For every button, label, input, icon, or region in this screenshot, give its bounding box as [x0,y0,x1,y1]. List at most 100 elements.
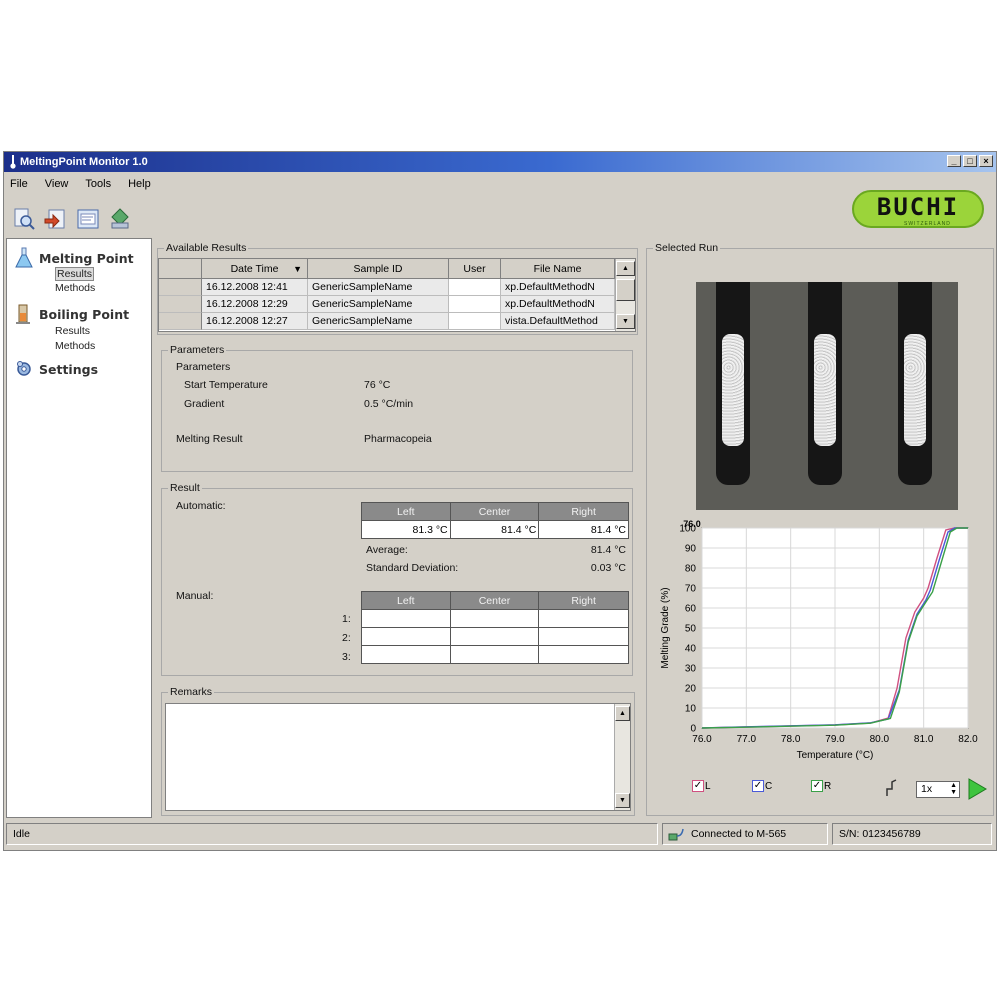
x-tick-label: 81.0 [914,734,934,745]
legend-center[interactable]: ✓ C [752,780,772,792]
scroll-up-icon[interactable]: ▲ [616,261,635,276]
checkbox-right[interactable]: ✓ [811,780,823,792]
manual-cell[interactable] [449,645,540,664]
nav-boiling-point[interactable]: Boiling Point [15,303,129,325]
printer-icon [111,208,129,229]
cell-user[interactable] [449,296,501,313]
remarks-textarea[interactable]: ▲ ▼ [165,703,631,811]
manual-cell[interactable] [538,627,629,646]
parameters-subtitle: Parameters [176,361,231,373]
cell-file[interactable]: xp.DefaultMethodN [501,296,615,313]
start-temperature-label: Start Temperature [184,379,268,391]
cell-user[interactable] [449,313,501,330]
x-tick-label: 78.0 [781,734,801,745]
column-header-user[interactable]: User [449,259,501,279]
y-tick-label: 10 [685,704,697,715]
menu-file[interactable]: File [10,178,28,190]
y-tick-label: 20 [685,684,697,695]
nav-melting-methods[interactable]: Methods [55,282,95,294]
legend-left[interactable]: ✓ L [692,780,711,792]
close-button[interactable]: × [979,155,993,167]
manual-cell[interactable] [361,645,451,664]
toolbar [12,207,132,231]
cell-file[interactable]: xp.DefaultMethodN [501,279,615,296]
capillary-tube-right [898,282,932,485]
cell-file[interactable]: vista.DefaultMethod [501,313,615,330]
print-button[interactable] [108,207,132,231]
column-header-datetime[interactable]: Date Time ▼ [202,259,308,279]
manual-label: Manual: [176,590,214,602]
import-icon [44,209,65,229]
title-bar[interactable]: MeltingPoint Monitor 1.0 _ □ × [4,152,996,172]
scroll-down-icon[interactable]: ▼ [616,314,635,329]
manual-cell[interactable] [538,645,629,664]
cell-sample[interactable]: GenericSampleName [308,313,449,330]
nav-boiling-methods[interactable]: Methods [55,340,95,352]
checkbox-center[interactable]: ✓ [752,780,764,792]
row-header[interactable] [159,279,202,296]
cell-sample[interactable]: GenericSampleName [308,296,449,313]
results-grid: Date Time ▼ Sample ID User File Name 16.… [158,258,636,332]
menu-help[interactable]: Help [128,178,151,190]
cell-datetime[interactable]: 16.12.2008 12:27 [202,313,308,330]
y-tick-label: 40 [685,644,697,655]
automatic-left-value: 81.3 °C [361,520,451,539]
cell-datetime[interactable]: 16.12.2008 12:29 [202,296,308,313]
speed-value: 1x [921,783,933,795]
search-button[interactable] [12,207,36,231]
row-header[interactable] [159,296,202,313]
gear-icon [17,361,31,376]
legend-right-label: R [824,780,832,792]
scroll-thumb[interactable] [616,279,635,301]
connection-icon [668,828,684,841]
y-tick-label: 60 [685,604,697,615]
search-icon [14,208,35,230]
maximize-button[interactable]: □ [963,155,977,167]
results-scrollbar[interactable]: ▲ ▼ [615,259,635,331]
std-dev-label: Standard Deviation: [366,562,459,574]
checkbox-left[interactable]: ✓ [692,780,704,792]
manual-cell[interactable] [449,627,540,646]
cell-sample[interactable]: GenericSampleName [308,279,449,296]
play-icon[interactable] [966,777,988,801]
manual-cell[interactable] [449,609,540,628]
manual-cell[interactable] [361,609,451,628]
column-datetime-label: Date Time [230,263,279,275]
manual-cell[interactable] [538,609,629,628]
y-tick-label: 50 [685,624,697,635]
status-connection: Connected to M-565 [662,823,828,845]
status-serial: S/N: 0123456789 [832,823,992,845]
nav-melting-results[interactable]: Results [55,267,95,281]
column-left: Left [361,502,451,521]
nav-melting-label: Melting Point [39,250,134,266]
legend-right[interactable]: ✓ R [811,780,831,792]
row-header[interactable] [159,313,202,330]
cursor-tool-icon[interactable] [884,778,900,798]
manual-row-3-label: 3: [342,651,351,663]
minimize-button[interactable]: _ [947,155,961,167]
spinner-arrows-icon[interactable]: ▲ ▼ [950,782,957,796]
report-button[interactable] [76,207,100,231]
menu-bar: File View Tools Help [10,178,151,190]
nav-melting-point[interactable]: Melting Point [15,247,134,269]
import-button[interactable] [44,207,68,231]
cell-datetime[interactable]: 16.12.2008 12:41 [202,279,308,296]
nav-settings[interactable]: Settings [15,359,98,379]
capillary-tube-left [716,282,750,485]
column-left: Left [361,591,451,610]
menu-tools[interactable]: Tools [85,178,111,190]
remarks-scrollbar[interactable]: ▲ ▼ [614,704,630,810]
manual-cell[interactable] [361,627,451,646]
scroll-down-icon[interactable]: ▼ [615,793,630,808]
speed-spinner[interactable]: 1x ▲ ▼ [916,781,960,798]
nav-boiling-label: Boiling Point [39,306,130,322]
menu-view[interactable]: View [45,178,69,190]
nav-boiling-results[interactable]: Results [55,325,90,337]
column-header-file[interactable]: File Name [501,259,615,279]
scroll-up-icon[interactable]: ▲ [615,706,630,721]
y-axis-label: Melting Grade (%) [660,587,671,668]
start-temperature-value: 76 °C [364,379,391,391]
column-header-sample[interactable]: Sample ID [308,259,449,279]
cell-user[interactable] [449,279,501,296]
legend-center-label: C [765,780,773,792]
